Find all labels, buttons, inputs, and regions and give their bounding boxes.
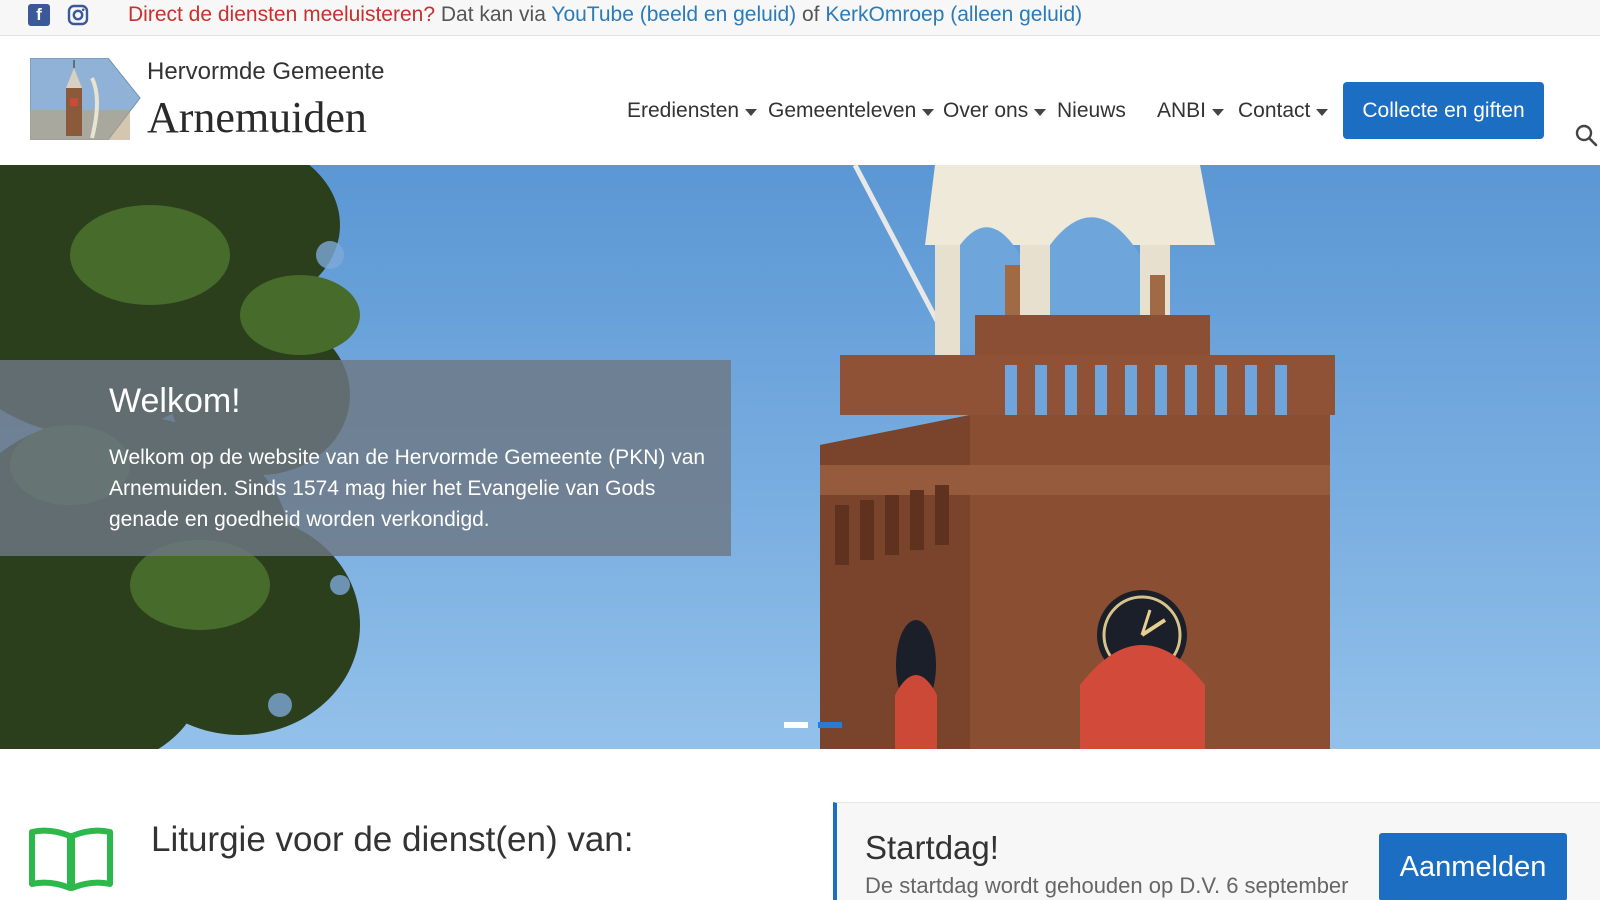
nav-label: Gemeenteleven <box>768 99 917 122</box>
top-bar: f Direct de diensten meeluisteren? Dat k… <box>0 0 1600 36</box>
announcement: Direct de diensten meeluisteren? Dat kan… <box>128 2 1082 28</box>
startdag-title: Startdag! <box>865 829 999 866</box>
aanmelden-button[interactable]: Aanmelden <box>1379 833 1567 900</box>
youtube-link[interactable]: YouTube (beeld en geluid) <box>551 3 796 26</box>
collecte-button[interactable]: Collecte en giften <box>1343 82 1544 139</box>
site-header: Hervormde Gemeente Arnemuiden Eredienste… <box>0 36 1600 165</box>
nav-label: ANBI <box>1157 99 1207 122</box>
startdag-card: Startdag! De startdag wordt gehouden op … <box>833 802 1600 900</box>
hero-text: Welkom op de website van de Hervormde Ge… <box>109 446 706 531</box>
nav-label: Contact <box>1238 99 1311 122</box>
announcement-text: Dat kan via <box>435 3 552 26</box>
nav-item-over-ons[interactable]: Over ons <box>943 96 1047 126</box>
search-icon[interactable] <box>1575 124 1599 153</box>
book-icon <box>28 826 114 897</box>
announcement-question: Direct de diensten meeluisteren? <box>128 3 436 26</box>
caret-down-icon <box>922 109 935 116</box>
nav-item-gemeenteleven[interactable]: Gemeenteleven <box>768 96 935 126</box>
nav-item-contact[interactable]: Contact <box>1238 96 1329 126</box>
slider-indicator-1[interactable] <box>784 722 808 728</box>
nav-label: Nieuws <box>1057 99 1126 122</box>
nav-item-nieuws[interactable]: Nieuws <box>1057 96 1126 126</box>
logo-subtitle: Hervormde Gemeente <box>147 58 385 85</box>
kerkomroep-link[interactable]: KerkOmroep (alleen geluid) <box>825 3 1082 26</box>
liturgy-title: Liturgie voor de dienst(en) van: <box>151 820 634 859</box>
facebook-icon[interactable]: f <box>28 4 50 26</box>
caret-down-icon <box>1034 109 1047 116</box>
caret-down-icon <box>1212 109 1225 116</box>
announcement-or: of <box>796 3 826 26</box>
nav-label: Over ons <box>943 99 1029 122</box>
startdag-subtitle: De startdag wordt gehouden op D.V. 6 sep… <box>865 873 1349 898</box>
nav-item-erediensten[interactable]: Erediensten <box>627 96 758 126</box>
caret-down-icon <box>1316 109 1329 116</box>
hero-slider[interactable]: Welkom! Welkom op de website van de Herv… <box>0 165 1600 749</box>
slider-indicator-2[interactable] <box>818 722 842 728</box>
church-logo-image[interactable] <box>29 57 142 141</box>
instagram-icon[interactable] <box>67 4 89 26</box>
nav-item-anbi[interactable]: ANBI <box>1157 96 1225 126</box>
hero-caption: Welkom! Welkom op de website van de Herv… <box>0 360 731 556</box>
logo-title[interactable]: Arnemuiden <box>147 92 367 143</box>
nav-label: Erediensten <box>627 99 740 122</box>
caret-down-icon <box>745 109 758 116</box>
hero-title: Welkom! <box>109 382 241 420</box>
